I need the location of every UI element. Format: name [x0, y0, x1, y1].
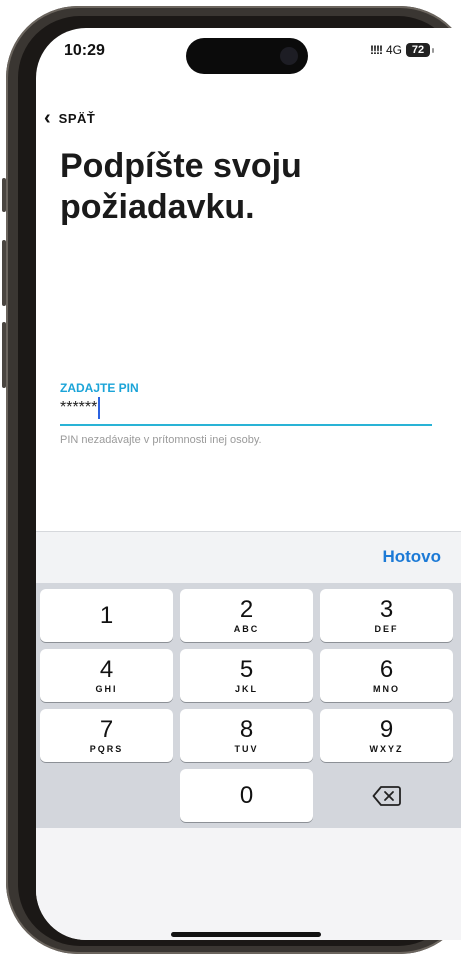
key-2[interactable]: 2 ABC	[180, 589, 313, 642]
page-title-line1: Podpíšte svoju	[60, 147, 302, 185]
key-digit: 1	[99, 601, 114, 629]
status-indicators: !!!! 4G 72	[370, 43, 434, 57]
key-3[interactable]: 3 DEF	[320, 589, 453, 642]
status-time: 10:29	[64, 42, 105, 59]
network-type: 4G	[385, 43, 402, 57]
phone-screen: 10:29 !!!! 4G 72 ‹ SPÄŤ Podpíšte svoju p…	[36, 28, 461, 940]
key-6[interactable]: 6 MNO	[320, 649, 453, 702]
signal-icon: !!!!	[370, 43, 383, 57]
pin-input[interactable]: ******	[60, 397, 101, 419]
page-title: Podpíšte svoju požiadavku.	[60, 146, 420, 228]
numeric-keypad: 1 2 ABC 3 DEF 4 GHI 5 JKL 6 MNO 7 PQRS 8…	[36, 583, 461, 828]
key-digit: 8	[239, 715, 254, 743]
pin-input-value: ******	[60, 399, 98, 416]
key-digit: 2	[239, 595, 254, 623]
dynamic-island	[186, 38, 308, 74]
key-letters: MNO	[373, 683, 400, 694]
key-digit: 3	[379, 595, 394, 623]
pin-hint: PIN nezadávajte v prítomnosti inej osoby…	[60, 434, 262, 446]
keyboard-toolbar: Hotovo	[36, 531, 461, 584]
page-title-line2: požiadavku.	[60, 188, 255, 226]
key-letters: GHI	[95, 683, 118, 694]
key-digit: 7	[99, 715, 114, 743]
camera-icon	[280, 47, 298, 65]
battery-tip	[432, 47, 434, 53]
key-letters: DEF	[374, 623, 399, 634]
battery-icon: 72	[406, 43, 430, 57]
key-5[interactable]: 5 JKL	[180, 649, 313, 702]
side-button-volume-down	[2, 322, 6, 388]
back-label: SPÄŤ	[58, 110, 96, 126]
key-4[interactable]: 4 GHI	[40, 649, 173, 702]
key-0[interactable]: 0	[180, 769, 313, 822]
key-letters: TUV	[234, 743, 259, 754]
delete-key[interactable]	[320, 769, 453, 822]
key-letters: JKL	[234, 683, 258, 694]
key-letters: WXYZ	[369, 743, 404, 754]
key-letters: PQRS	[89, 743, 124, 754]
done-button[interactable]: Hotovo	[382, 547, 441, 567]
keyboard-bottom-area	[36, 828, 461, 940]
key-digit: 9	[379, 715, 394, 743]
pin-input-underline	[60, 424, 432, 426]
key-digit: 5	[239, 655, 254, 683]
key-1[interactable]: 1	[40, 589, 173, 642]
chevron-left-icon: ‹	[44, 107, 51, 129]
home-indicator[interactable]	[171, 932, 321, 937]
key-7[interactable]: 7 PQRS	[40, 709, 173, 762]
back-button[interactable]: ‹ SPÄŤ	[44, 108, 95, 128]
text-caret	[98, 397, 101, 419]
key-8[interactable]: 8 TUV	[180, 709, 313, 762]
backspace-icon	[372, 785, 401, 806]
key-digit: 6	[379, 655, 394, 683]
key-digit: 4	[99, 655, 114, 683]
side-button-volume-up	[2, 240, 6, 306]
side-button-mute	[2, 178, 6, 212]
key-9[interactable]: 9 WXYZ	[320, 709, 453, 762]
key-digit: 0	[239, 781, 254, 809]
pin-field-label: ZADAJTE PIN	[60, 381, 139, 395]
key-letters: ABC	[233, 623, 260, 634]
